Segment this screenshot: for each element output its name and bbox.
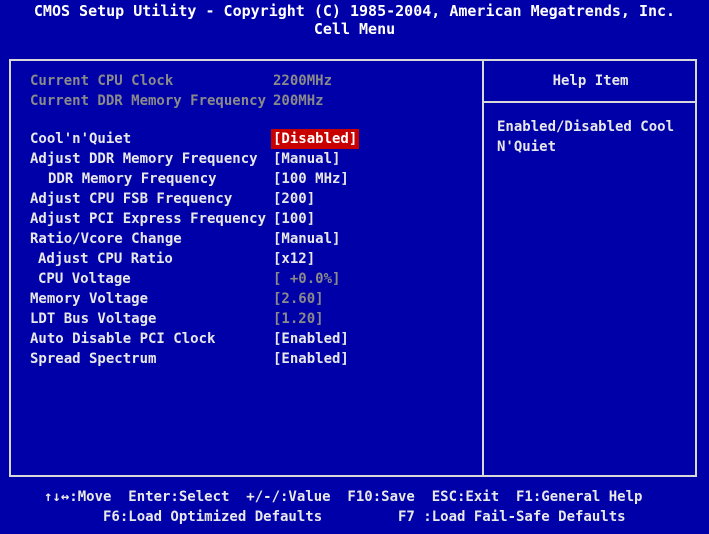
setting-value[interactable]: [Manual] bbox=[273, 229, 340, 249]
setting-label: DDR Memory Frequency bbox=[48, 171, 217, 187]
key-legend-line2: F6:Load Optimized Defaults F7 :Load Fail… bbox=[103, 509, 626, 525]
setting-value[interactable]: [200] bbox=[273, 189, 315, 209]
setting-label: Adjust CPU FSB Frequency bbox=[30, 191, 233, 207]
setting-auto-disable-pci-clock[interactable]: Auto Disable PCI Clock [Enabled] bbox=[30, 329, 470, 349]
panel-divider bbox=[482, 59, 484, 477]
setting-label: Cool'n'Quiet bbox=[30, 131, 132, 147]
setting-cpu-voltage: CPU Voltage [ +0.0%] bbox=[30, 269, 470, 289]
setting-value[interactable]: [Disabled] bbox=[271, 129, 360, 149]
setting-value[interactable]: [Manual] bbox=[273, 149, 340, 169]
setting-adjust-ddr-memory-frequency[interactable]: Adjust DDR Memory Frequency [Manual] bbox=[30, 149, 470, 169]
help-item-title: Help Item bbox=[552, 73, 629, 89]
setting-spread-spectrum[interactable]: Spread Spectrum [Enabled] bbox=[30, 349, 470, 369]
info-row-cpu-clock: Current CPU Clock 2200MHz bbox=[30, 71, 470, 91]
setting-value[interactable]: [x12] bbox=[273, 249, 315, 269]
setting-value: [ +0.0%] bbox=[273, 271, 341, 287]
app-title: CMOS Setup Utility - Copyright (C) 1985-… bbox=[33, 2, 676, 20]
setting-value[interactable]: [100 MHz] bbox=[273, 169, 349, 189]
info-label: Current DDR Memory Frequency bbox=[30, 93, 267, 109]
setting-label: Adjust PCI Express Frequency bbox=[30, 211, 267, 227]
info-value: 200MHz bbox=[273, 93, 324, 109]
settings-list: Current CPU Clock 2200MHz Current DDR Me… bbox=[30, 71, 470, 369]
setting-value[interactable]: [100] bbox=[273, 209, 315, 229]
info-row-ddr-frequency: Current DDR Memory Frequency 200MHz bbox=[30, 91, 470, 111]
setting-value[interactable]: [Enabled] bbox=[273, 329, 349, 349]
info-value: 2200MHz bbox=[273, 73, 333, 89]
setting-label: Memory Voltage bbox=[30, 291, 149, 307]
setting-label: Ratio/Vcore Change bbox=[30, 231, 182, 247]
setting-adjust-cpu-ratio[interactable]: Adjust CPU Ratio [x12] bbox=[30, 249, 470, 269]
setting-label: Adjust CPU Ratio bbox=[38, 251, 173, 267]
menu-title: Cell Menu bbox=[313, 20, 396, 38]
setting-value[interactable]: [Enabled] bbox=[273, 349, 349, 369]
setting-memory-voltage: Memory Voltage [2.60] bbox=[30, 289, 470, 309]
setting-value: [1.20] bbox=[273, 311, 324, 327]
help-divider bbox=[484, 101, 697, 103]
setting-adjust-cpu-fsb-frequency[interactable]: Adjust CPU FSB Frequency [200] bbox=[30, 189, 470, 209]
setting-label: Adjust DDR Memory Frequency bbox=[30, 151, 258, 167]
setting-adjust-pci-express-frequency[interactable]: Adjust PCI Express Frequency [100] bbox=[30, 209, 470, 229]
setting-cool-n-quiet[interactable]: Cool'n'Quiet [Disabled] bbox=[30, 129, 470, 149]
setting-label: LDT Bus Voltage bbox=[30, 311, 157, 327]
setting-value: [2.60] bbox=[273, 291, 324, 307]
title-bar: CMOS Setup Utility - Copyright (C) 1985-… bbox=[0, 0, 709, 38]
setting-label: CPU Voltage bbox=[38, 271, 131, 287]
setting-ddr-memory-frequency[interactable]: DDR Memory Frequency [100 MHz] bbox=[30, 169, 470, 189]
setting-ratio-vcore-change[interactable]: Ratio/Vcore Change [Manual] bbox=[30, 229, 470, 249]
help-item-text: Enabled/Disabled Cool N'Quiet bbox=[497, 119, 675, 155]
info-label: Current CPU Clock bbox=[30, 73, 174, 89]
key-legend-line1: ↑↓↔:Move Enter:Select +/-/:Value F10:Sav… bbox=[44, 489, 643, 505]
setting-label: Auto Disable PCI Clock bbox=[30, 331, 216, 347]
setting-label: Spread Spectrum bbox=[30, 351, 157, 367]
setting-ldt-bus-voltage: LDT Bus Voltage [1.20] bbox=[30, 309, 470, 329]
